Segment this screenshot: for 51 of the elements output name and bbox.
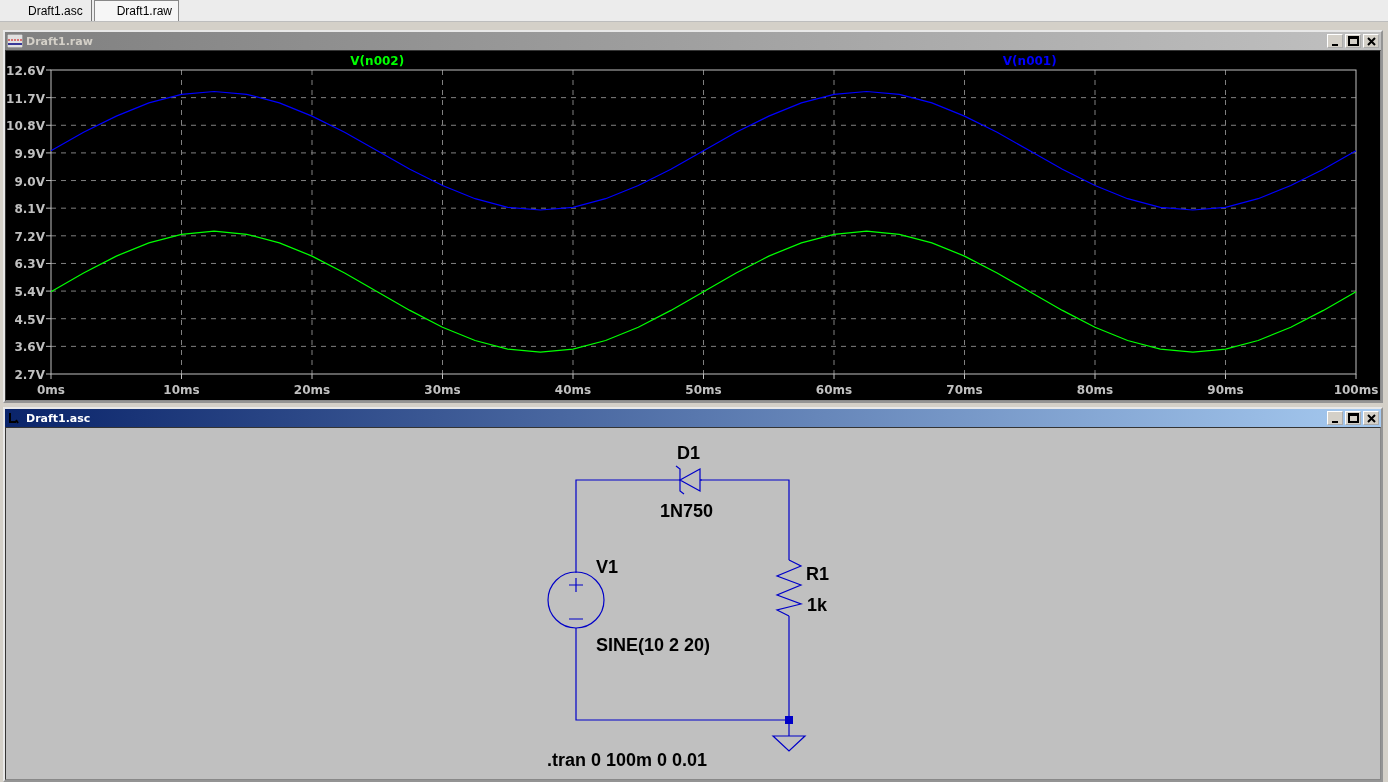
maximize-button[interactable]	[1345, 411, 1361, 425]
axis-tick-label: 60ms	[815, 383, 853, 397]
maximize-button[interactable]	[1345, 34, 1361, 48]
component-value: 1k	[807, 595, 828, 615]
minimize-icon	[1332, 420, 1338, 423]
axis-tick-label: 3.6V	[14, 340, 45, 355]
maximize-icon	[1347, 413, 1359, 423]
component-name: D1	[677, 443, 700, 463]
component-name: R1	[806, 564, 829, 584]
component-name: V1	[596, 557, 619, 577]
document-tab[interactable]: Draft1.raw	[93, 0, 180, 21]
close-icon	[1366, 413, 1376, 423]
trace-label[interactable]: V(n002)	[350, 54, 405, 68]
axis-tick-label: 10ms	[163, 383, 200, 397]
spice-directive: .tran 0 100m 0 0.01	[547, 750, 708, 770]
close-button[interactable]	[1363, 411, 1379, 425]
component-value: 1N750	[660, 501, 714, 521]
axis-tick-label: 30ms	[424, 383, 461, 397]
axis-tick-label: 5.4V	[14, 285, 45, 300]
window-title: Draft1.raw	[26, 34, 94, 48]
voltage-source-symbol	[547, 571, 605, 629]
component-value: SINE(10 2 20)	[596, 635, 711, 655]
axis-tick-label: 70ms	[946, 383, 983, 397]
close-button[interactable]	[1363, 34, 1379, 48]
axis-tick-label: 0ms	[37, 383, 65, 397]
window-title: Draft1.asc	[26, 411, 92, 425]
resistor-symbol	[775, 559, 803, 617]
axis-tick-label: 50ms	[685, 383, 722, 397]
axis-tick-label: 2.7V	[14, 368, 45, 382]
minimize-button[interactable]	[1327, 411, 1343, 425]
minimize-button[interactable]	[1327, 34, 1343, 48]
axis-tick-label: 4.5V	[14, 312, 45, 327]
maximize-icon	[1347, 36, 1359, 46]
axis-tick-label: 100ms	[1333, 383, 1378, 397]
diode-symbol	[675, 465, 703, 495]
axis-tick-label: 40ms	[554, 383, 592, 397]
axis-tick-label: 10.8V	[6, 119, 45, 134]
axis-tick-label: 80ms	[1076, 383, 1114, 397]
axis-tick-label: 11.7V	[6, 91, 45, 106]
axis-tick-label: 9.9V	[14, 146, 45, 161]
axis-tick-label: 6.3V	[14, 257, 45, 272]
axis-tick-label: 9.0V	[14, 174, 45, 189]
minimize-icon	[1332, 43, 1338, 46]
close-icon	[1366, 36, 1376, 46]
axis-tick-label: 7.2V	[14, 229, 45, 244]
axis-tick-label: 12.6V	[6, 64, 45, 78]
waveform-icon[interactable]	[7, 34, 23, 48]
axis-tick-label: 20ms	[293, 383, 331, 397]
axis-tick-label: 90ms	[1207, 383, 1244, 397]
axis-tick-label: 8.1V	[14, 202, 45, 217]
ground-symbol	[772, 723, 807, 752]
